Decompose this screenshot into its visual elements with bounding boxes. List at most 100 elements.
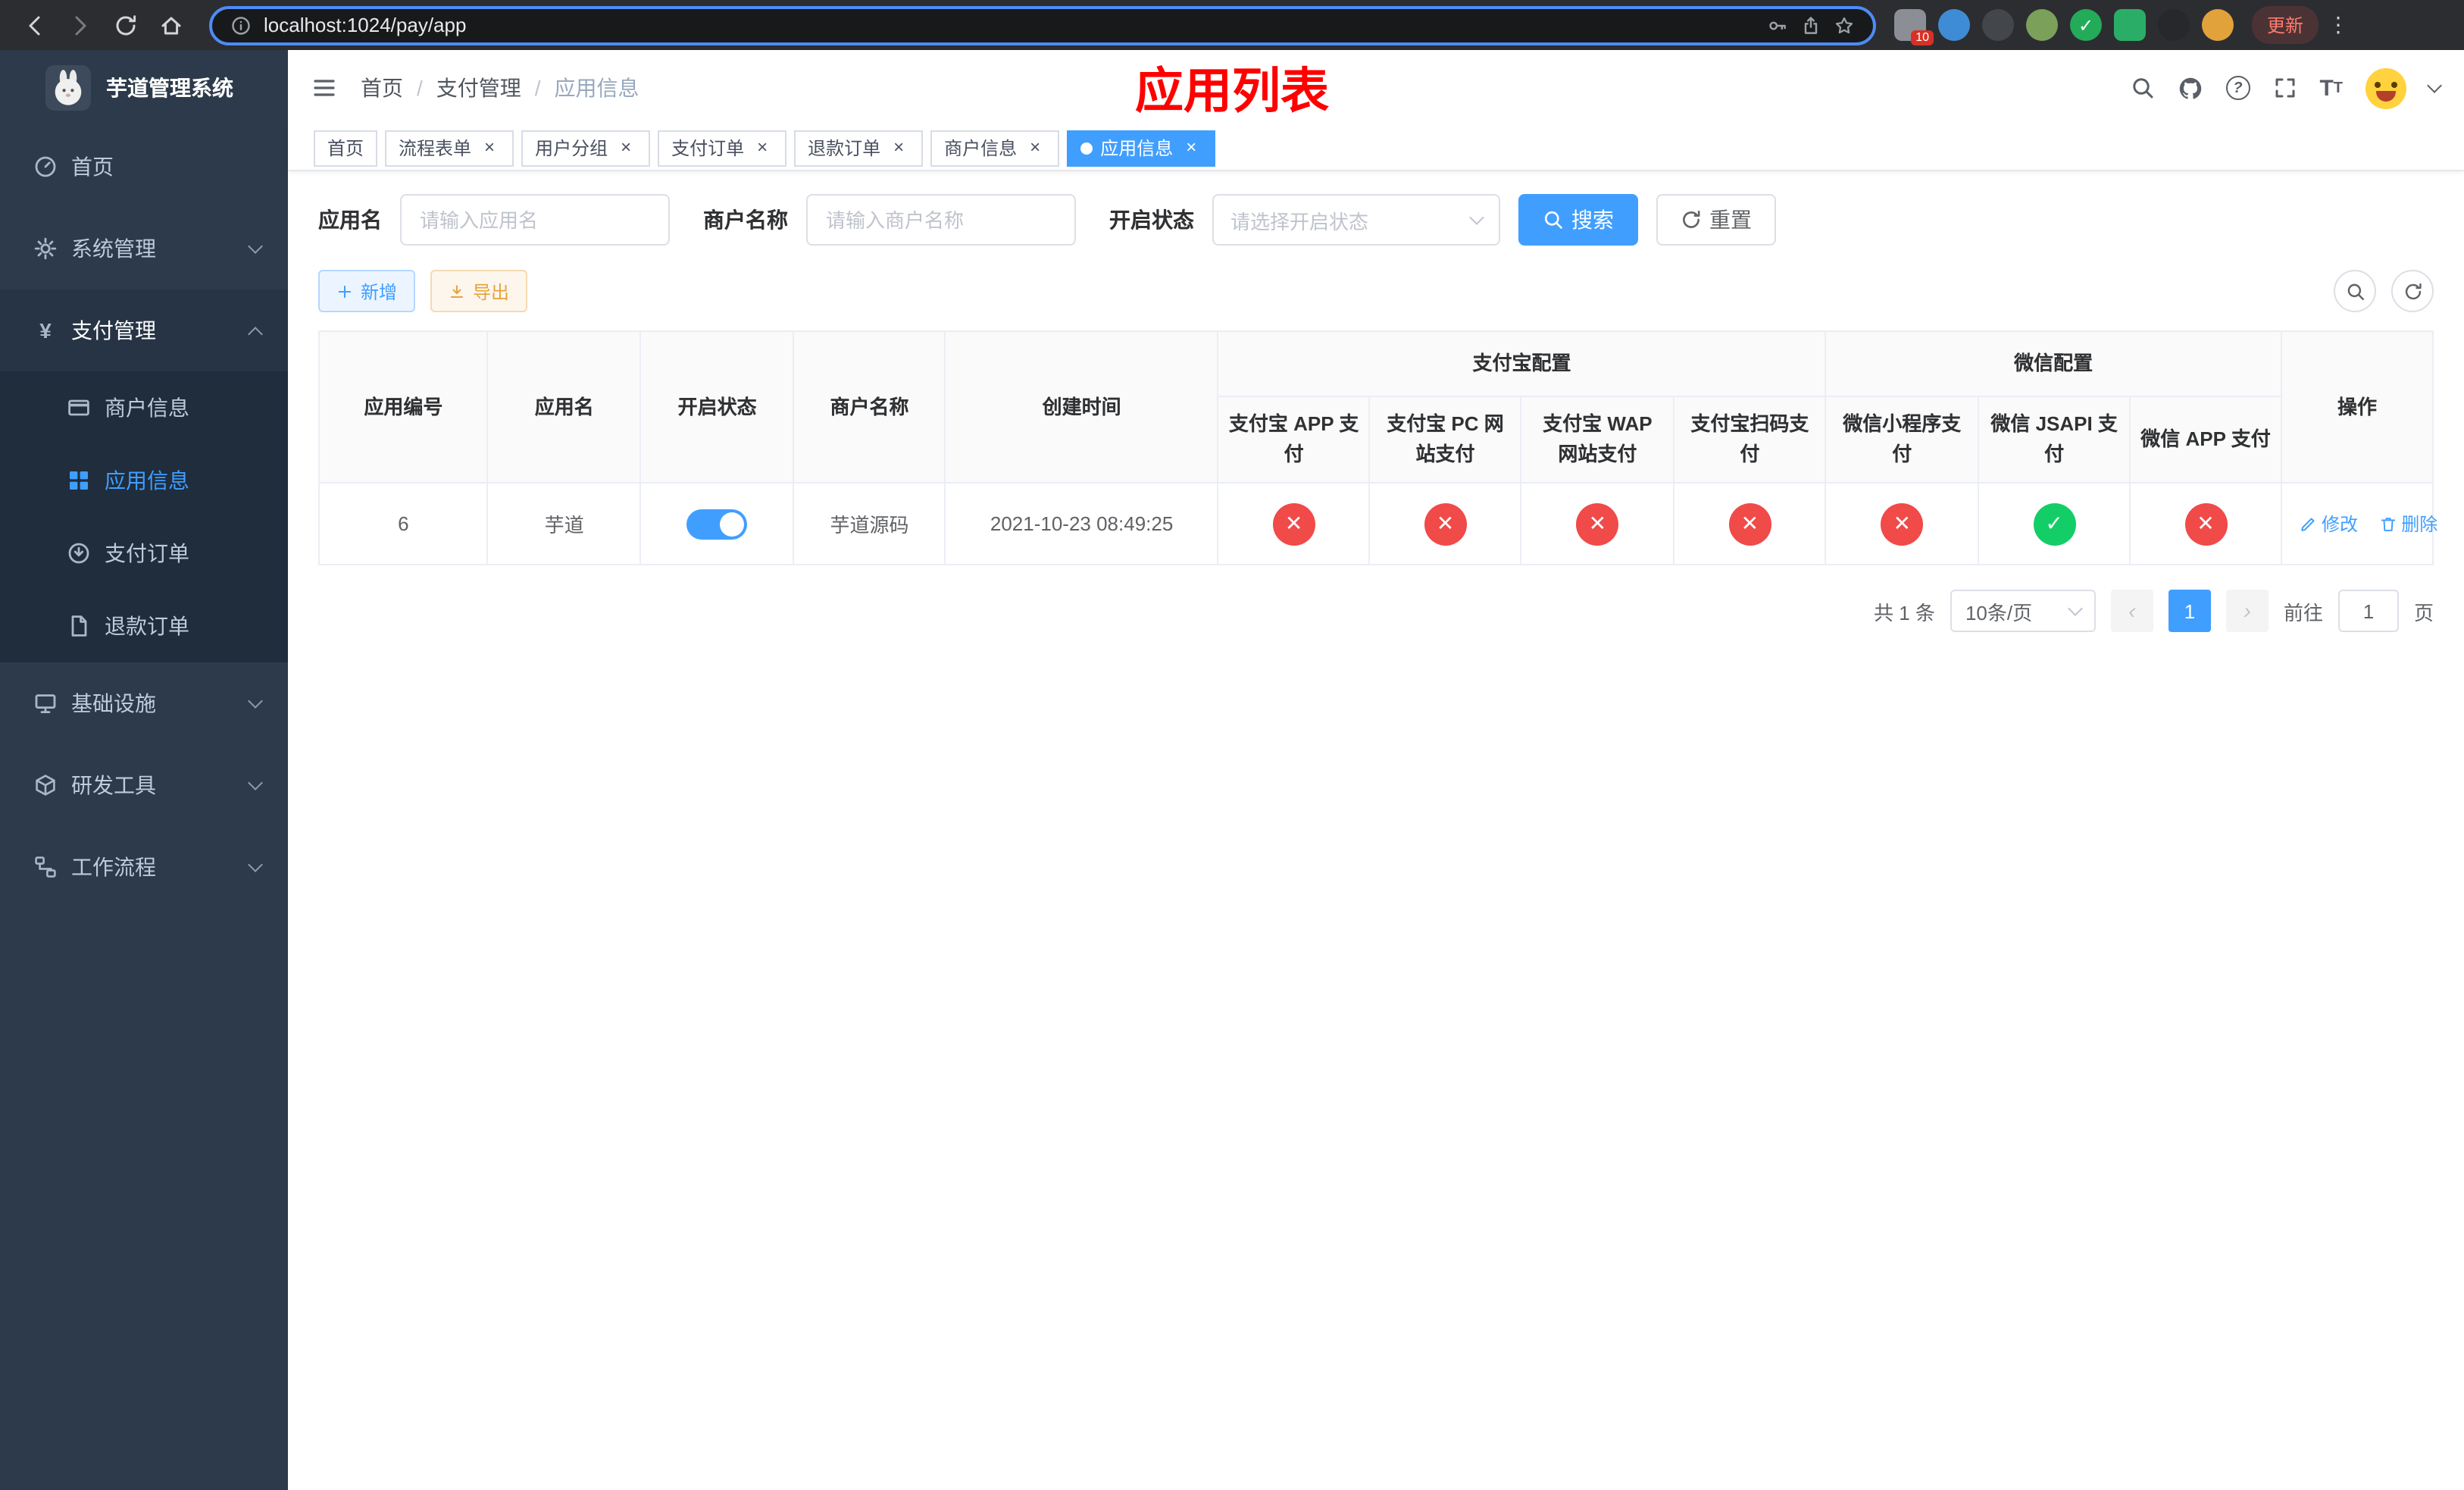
extension-icon-7[interactable]: [2158, 9, 2190, 41]
extension-icon-6[interactable]: [2114, 9, 2146, 41]
chevron-down-icon: [248, 775, 263, 790]
app-header: 首页 支付管理 应用信息 应用列表: [288, 50, 2464, 126]
sidebar-item-label: 工作流程: [71, 855, 156, 879]
app-logo[interactable]: 芋道管理系统: [0, 50, 288, 126]
page-size-select[interactable]: 10条/页: [1950, 590, 2096, 633]
status-select[interactable]: 请选择开启状态: [1212, 194, 1500, 246]
tab-close-icon[interactable]: [1180, 137, 1202, 158]
tab-label: 商户信息: [944, 138, 1018, 159]
sidebar-toggle-icon[interactable]: [312, 76, 336, 100]
sidebar-item-app-info[interactable]: 应用信息: [0, 444, 288, 517]
screen: localhost:1024/pay/app 10 ✓ 更新 芋道管理系统 首页: [0, 0, 2464, 1490]
table-toolbar: 新增 导出: [318, 270, 2434, 312]
extension-icon-1[interactable]: 10: [1894, 9, 1934, 45]
sidebar-item-infrastructure[interactable]: 基础设施: [0, 662, 288, 744]
font-size-icon[interactable]: [2319, 75, 2343, 101]
breadcrumb-item-home[interactable]: 首页: [361, 73, 436, 103]
document-icon: [67, 614, 91, 638]
app-name-input[interactable]: [400, 194, 670, 246]
export-button-label: 导出: [473, 281, 510, 302]
browser-update-button[interactable]: 更新: [2252, 6, 2319, 44]
sidebar-item-payment-orders[interactable]: 支付订单: [0, 517, 288, 590]
reset-button[interactable]: 重置: [1656, 194, 1776, 246]
fullscreen-icon[interactable]: [2272, 76, 2297, 100]
tab-close-icon[interactable]: [479, 137, 500, 158]
chevron-up-icon: [248, 326, 263, 341]
bookmark-star-icon[interactable]: [1834, 14, 1855, 36]
breadcrumb-item-payment[interactable]: 支付管理: [436, 73, 555, 103]
sidebar-item-merchant-info[interactable]: 商户信息: [0, 371, 288, 444]
user-avatar[interactable]: [2366, 67, 2406, 108]
extension-icon-5[interactable]: ✓: [2070, 9, 2102, 41]
browser-home-button[interactable]: [152, 5, 191, 45]
tab-close-icon[interactable]: [752, 137, 773, 158]
logo-avatar-icon: [45, 65, 91, 111]
browser-reload-button[interactable]: [106, 5, 145, 45]
edit-link-label: 修改: [2321, 514, 2358, 536]
tab-refund-orders[interactable]: 退款订单: [794, 130, 924, 166]
wx-jsapi-status-icon: ✓: [2033, 502, 2076, 546]
sidebar-item-label: 系统管理: [71, 236, 156, 261]
sidebar-item-label: 研发工具: [71, 773, 156, 797]
sidebar-item-dev-tools[interactable]: 研发工具: [0, 744, 288, 826]
help-icon[interactable]: [2225, 76, 2250, 100]
search-button[interactable]: 搜索: [1518, 194, 1638, 246]
extension-icon-3[interactable]: [1982, 9, 2014, 41]
tab-close-icon[interactable]: [1024, 137, 1046, 158]
table-row: 6 芋道 芋道源码 2021-10-23 08:49:25 ✕ ✕ ✕ ✕ ✕ …: [317, 482, 2437, 566]
prev-page-button[interactable]: [2110, 590, 2153, 633]
sidebar-item-system[interactable]: 系统管理: [0, 208, 288, 290]
extension-icon-4[interactable]: [2026, 9, 2058, 41]
sidebar-item-workflow[interactable]: 工作流程: [0, 826, 288, 908]
password-key-icon[interactable]: [1767, 14, 1788, 36]
tab-app-info[interactable]: 应用信息: [1067, 130, 1216, 166]
delete-link[interactable]: 删除: [2378, 511, 2437, 537]
sidebar-item-refund-orders[interactable]: 退款订单: [0, 590, 288, 662]
delete-link-label: 删除: [2401, 514, 2438, 536]
app-table: 应用编号 应用名 开启状态 商户名称 创建时间 支付宝配置 微信配置 操作 支付…: [317, 330, 2437, 566]
tab-close-icon[interactable]: [615, 137, 636, 158]
sidebar-item-home[interactable]: 首页: [0, 126, 288, 208]
github-icon[interactable]: [2177, 75, 2203, 101]
tab-close-icon[interactable]: [888, 137, 909, 158]
merchant-name-input[interactable]: [806, 194, 1076, 246]
col-header-alipay-qr: 支付宝扫码支付: [1673, 396, 1827, 484]
url-text: localhost:1024/pay/app: [264, 14, 467, 36]
tab-user-group[interactable]: 用户分组: [521, 130, 651, 166]
chevron-left-icon: [2128, 599, 2136, 624]
sidebar-item-payment[interactable]: 支付管理: [0, 290, 288, 371]
browser-menu-icon[interactable]: [2325, 12, 2352, 38]
next-page-button[interactable]: [2225, 590, 2269, 633]
extension-icon-2[interactable]: [1938, 9, 1970, 41]
refresh-table-button[interactable]: [2391, 270, 2434, 312]
browser-back-button[interactable]: [15, 5, 55, 45]
toggle-search-button[interactable]: [2334, 270, 2376, 312]
sidebar-item-label: 支付订单: [105, 541, 189, 565]
browser-forward-button[interactable]: [61, 5, 100, 45]
page-number-button[interactable]: 1: [2168, 590, 2211, 633]
refresh-icon: [1681, 209, 1702, 230]
tab-payment-orders[interactable]: 支付订单: [658, 130, 787, 166]
alipay-app-status-icon: ✕: [1272, 502, 1315, 546]
tab-home[interactable]: 首页: [314, 130, 378, 166]
edit-link[interactable]: 修改: [2299, 511, 2358, 537]
add-button[interactable]: 新增: [318, 270, 416, 312]
search-icon[interactable]: [2130, 76, 2154, 100]
export-button[interactable]: 导出: [430, 270, 528, 312]
goto-page-input[interactable]: [2337, 590, 2399, 633]
tab-merchant-info[interactable]: 商户信息: [930, 130, 1060, 166]
wx-app-status-icon: ✕: [2184, 502, 2228, 546]
col-header-wx-app: 微信 APP 支付: [2129, 396, 2282, 484]
tab-process-form[interactable]: 流程表单: [385, 130, 514, 166]
site-info-icon[interactable]: [230, 14, 252, 36]
col-header-alipay-app: 支付宝 APP 支付: [1217, 396, 1371, 484]
address-bar[interactable]: localhost:1024/pay/app: [209, 5, 1876, 45]
extension-icon-8[interactable]: [2202, 9, 2234, 41]
share-icon[interactable]: [1800, 14, 1821, 36]
chevron-down-icon[interactable]: [2427, 78, 2442, 93]
chevron-down-icon: [248, 693, 263, 709]
sidebar-item-label: 退款订单: [105, 614, 189, 638]
status-toggle[interactable]: [686, 509, 748, 540]
dashboard-icon: [33, 155, 58, 179]
wx-mini-status-icon: ✕: [1881, 502, 1924, 546]
